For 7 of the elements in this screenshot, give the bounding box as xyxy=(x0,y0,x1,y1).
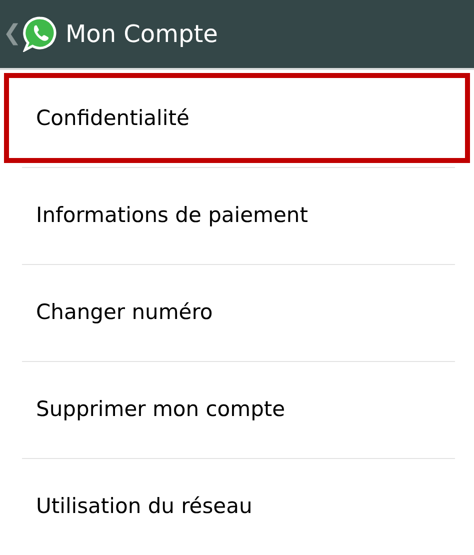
app-logo-icon[interactable] xyxy=(23,16,58,52)
menu-item[interactable]: Confidentialité xyxy=(36,102,190,134)
menu-item[interactable]: Informations de paiement xyxy=(36,200,308,232)
menu-item[interactable]: Utilisation du réseau xyxy=(36,490,252,522)
screen-title: Mon Compte xyxy=(65,19,218,50)
menu-item[interactable]: Supprimer mon compte xyxy=(36,394,286,426)
menu-item[interactable]: Changer numéro xyxy=(36,296,213,328)
